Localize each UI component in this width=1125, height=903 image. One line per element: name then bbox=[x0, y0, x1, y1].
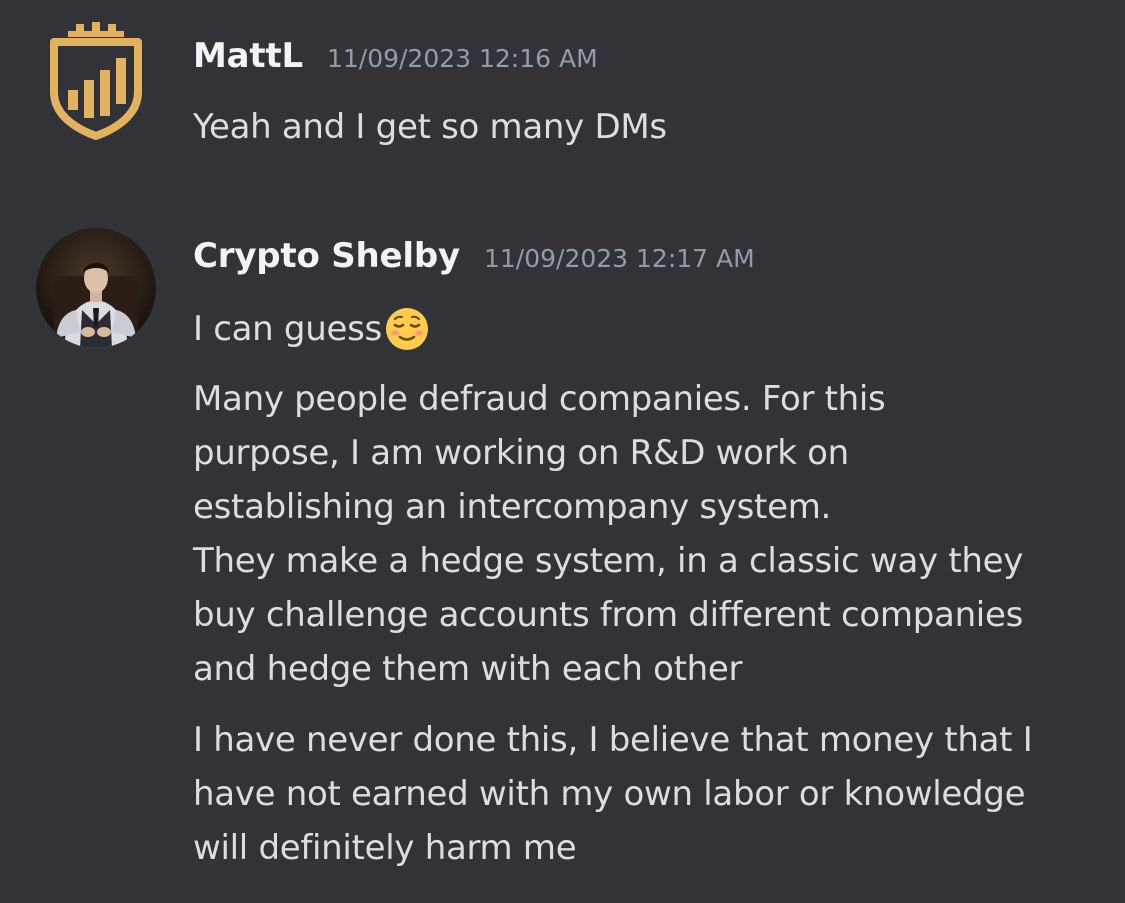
message-line: establishing an intercompany system. bbox=[193, 487, 832, 527]
avatar-mattl[interactable] bbox=[36, 22, 156, 142]
message-line: They make a hedge system, in a classic w… bbox=[193, 541, 1024, 581]
timestamp[interactable]: 11/09/2023 12:16 AM bbox=[327, 44, 598, 73]
message-text: I can guess bbox=[193, 309, 382, 349]
avatar-crypto-shelby[interactable] bbox=[36, 228, 156, 348]
message-paragraph: I have never done this, I believe that m… bbox=[193, 713, 1083, 875]
profile-photo-icon bbox=[36, 228, 156, 348]
message-line: will definitely harm me bbox=[193, 828, 577, 868]
message-text-first-line: I can guess bbox=[193, 302, 1093, 356]
message-line: purpose, I am working on R&D work on bbox=[193, 433, 849, 473]
relieved-face-emoji-icon bbox=[385, 308, 428, 350]
message-header: Crypto Shelby 11/09/2023 12:17 AM bbox=[193, 236, 755, 276]
message-line: I have never done this, I believe that m… bbox=[193, 720, 1033, 760]
timestamp[interactable]: 11/09/2023 12:17 AM bbox=[484, 244, 755, 273]
username[interactable]: Crypto Shelby bbox=[193, 236, 460, 276]
message-line: Many people defraud companies. For this bbox=[193, 379, 886, 419]
message-text: Yeah and I get so many DMs bbox=[193, 107, 667, 147]
shield-chart-icon bbox=[50, 22, 142, 140]
message-header: MattL 11/09/2023 12:16 AM bbox=[193, 36, 598, 76]
message-line: have not earned with my own labor or kno… bbox=[193, 774, 1026, 814]
message-mattl: MattL 11/09/2023 12:16 AM Yeah and I get… bbox=[0, 0, 1125, 200]
message-paragraph: Many people defraud companies. For this … bbox=[193, 372, 1083, 696]
message-line: buy challenge accounts from different co… bbox=[193, 595, 1023, 635]
username[interactable]: MattL bbox=[193, 36, 303, 76]
message-line: and hedge them with each other bbox=[193, 649, 743, 689]
message-crypto-shelby: Crypto Shelby 11/09/2023 12:17 AM I can … bbox=[0, 210, 1125, 903]
